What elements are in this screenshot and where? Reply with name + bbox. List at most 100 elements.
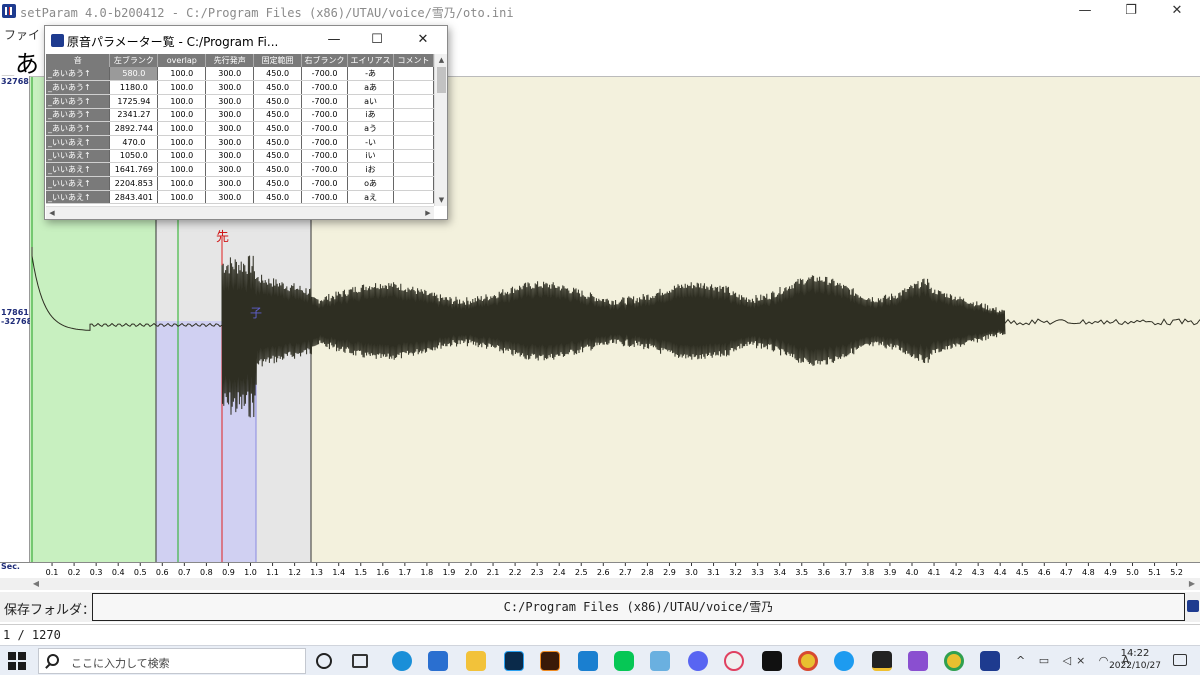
app-icon-blue[interactable] [650, 651, 670, 671]
chrome-icon[interactable] [798, 651, 818, 671]
table-cell[interactable]: 100.0 [157, 162, 207, 177]
table-cell[interactable] [393, 176, 434, 191]
table-cell[interactable]: aい [347, 94, 394, 109]
table-cell[interactable] [393, 149, 434, 164]
table-cell[interactable] [393, 121, 434, 136]
clock-date[interactable]: 2022/10/27 [1105, 661, 1165, 671]
explorer-icon[interactable] [466, 651, 486, 671]
dialog-hscroll[interactable]: ◀ ▶ [46, 206, 434, 219]
table-cell[interactable] [393, 135, 434, 150]
dialog-minimize-button[interactable]: — [314, 28, 354, 52]
scroll-thumb[interactable] [437, 67, 446, 93]
table-cell[interactable]: 300.0 [205, 94, 255, 109]
column-header[interactable]: 音 [46, 54, 111, 67]
table-cell[interactable]: 450.0 [253, 176, 303, 191]
table-cell[interactable] [393, 94, 434, 109]
table-cell[interactable]: 450.0 [253, 67, 303, 82]
table-row[interactable]: _いいあえ↑ 1050.0 100.0 300.0 450.0 -700.0 iい [46, 149, 434, 164]
table-cell[interactable]: 300.0 [205, 176, 255, 191]
table-row[interactable]: _あいあう↑ 1725.94 100.0 300.0 450.0 -700.0 aい [46, 94, 434, 109]
edge-icon[interactable] [392, 651, 412, 671]
table-cell[interactable]: iい [347, 149, 394, 164]
table-cell[interactable]: _いいあえ↑ [46, 190, 111, 205]
table-cell[interactable]: _あいあう↑ [46, 121, 111, 136]
table-cell[interactable] [393, 190, 434, 205]
table-cell[interactable]: 100.0 [157, 176, 207, 191]
photoshop-icon[interactable] [504, 651, 524, 671]
table-cell[interactable] [393, 80, 434, 95]
table-cell[interactable]: _いいあえ↑ [46, 176, 111, 191]
folder-browse-icon[interactable] [1187, 600, 1199, 612]
table-cell[interactable]: _あいあう↑ [46, 108, 111, 123]
chrome-icon-2[interactable] [944, 651, 964, 671]
table-cell[interactable]: -い [347, 135, 394, 150]
column-header[interactable]: 先行発声 [205, 54, 255, 67]
table-cell[interactable]: iお [347, 162, 394, 177]
table-cell[interactable]: 100.0 [157, 121, 207, 136]
table-cell[interactable]: 1050.0 [109, 149, 159, 164]
table-row[interactable]: _あいあう↑ 2892.744 100.0 300.0 450.0 -700.0 aう [46, 121, 434, 136]
table-cell[interactable]: -700.0 [301, 108, 349, 123]
table-cell[interactable]: 100.0 [157, 135, 207, 150]
table-cell[interactable]: 450.0 [253, 121, 303, 136]
taskbar-search[interactable]: ここに入力して検索 [38, 648, 306, 674]
table-cell[interactable]: 2892.744 [109, 121, 159, 136]
maximize-button[interactable]: ❐ [1108, 0, 1154, 24]
table-row[interactable]: _あいあう↑ 1180.0 100.0 300.0 450.0 -700.0 aあ [46, 80, 434, 95]
table-row[interactable]: _あいあう↑ 2341.27 100.0 300.0 450.0 -700.0 iあ [46, 108, 434, 123]
table-cell[interactable]: 2843.401 [109, 190, 159, 205]
table-cell[interactable]: -700.0 [301, 135, 349, 150]
table-cell[interactable]: 2204.853 [109, 176, 159, 191]
clock-time[interactable]: 14:22 [1105, 648, 1165, 659]
table-row[interactable]: _あいあう↑ 580.0 100.0 300.0 450.0 -700.0 -あ [46, 67, 434, 82]
table-row[interactable]: _いいあえ↑ 2843.401 100.0 300.0 450.0 -700.0 aえ [46, 190, 434, 205]
column-header[interactable]: 左ブランク [109, 54, 159, 67]
table-cell[interactable]: 300.0 [205, 149, 255, 164]
column-header[interactable]: 右ブランク [301, 54, 349, 67]
table-cell[interactable]: 450.0 [253, 80, 303, 95]
table-cell[interactable]: 1641.769 [109, 162, 159, 177]
table-row[interactable]: _いいあえ↑ 1641.769 100.0 300.0 450.0 -700.0 iお [46, 162, 434, 177]
table-cell[interactable]: 1725.94 [109, 94, 159, 109]
table-cell[interactable]: 1180.0 [109, 80, 159, 95]
column-header[interactable]: エイリアス [347, 54, 394, 67]
table-cell[interactable]: -700.0 [301, 94, 349, 109]
store-icon[interactable] [428, 651, 448, 671]
table-cell[interactable]: _あいあう↑ [46, 80, 111, 95]
table-cell[interactable]: 300.0 [205, 190, 255, 205]
column-header[interactable]: overlap [157, 54, 207, 67]
setparam-taskbar-icon[interactable] [980, 651, 1000, 671]
scroll-right-icon[interactable]: ▶ [422, 207, 434, 220]
table-cell[interactable]: -あ [347, 67, 394, 82]
table-cell[interactable]: 300.0 [205, 162, 255, 177]
save-folder-field[interactable]: C:/Program Files (x86)/UTAU/voice/雪乃 [92, 593, 1185, 621]
table-cell[interactable]: _いいあえ↑ [46, 135, 111, 150]
table-cell[interactable]: 300.0 [205, 67, 255, 82]
table-cell[interactable]: 100.0 [157, 190, 207, 205]
table-cell[interactable]: 450.0 [253, 190, 303, 205]
app-icon-dark[interactable] [872, 651, 892, 671]
table-cell[interactable]: 580.0 [109, 67, 159, 82]
discord-icon[interactable] [688, 651, 708, 671]
table-cell[interactable]: 100.0 [157, 108, 207, 123]
table-cell[interactable]: 300.0 [205, 80, 255, 95]
table-cell[interactable]: _あいあう↑ [46, 94, 111, 109]
app-icon-circle[interactable] [724, 651, 744, 671]
table-cell[interactable]: -700.0 [301, 67, 349, 82]
waveform-hscroll[interactable]: ◀ ▶ [0, 578, 1200, 590]
column-header[interactable]: 固定範囲 [253, 54, 303, 67]
line-icon[interactable] [614, 651, 634, 671]
dialog-maximize-button[interactable]: ☐ [357, 28, 397, 52]
table-cell[interactable]: -700.0 [301, 190, 349, 205]
table-cell[interactable]: 450.0 [253, 108, 303, 123]
table-cell[interactable]: 450.0 [253, 94, 303, 109]
table-cell[interactable]: -700.0 [301, 121, 349, 136]
table-cell[interactable]: 300.0 [205, 121, 255, 136]
scroll-up-icon[interactable]: ▲ [435, 54, 448, 66]
table-cell[interactable]: 470.0 [109, 135, 159, 150]
table-cell[interactable]: 100.0 [157, 67, 207, 82]
table-cell[interactable]: 300.0 [205, 135, 255, 150]
table-cell[interactable]: _いいあえ↑ [46, 162, 111, 177]
illustrator-icon[interactable] [540, 651, 560, 671]
table-cell[interactable]: aう [347, 121, 394, 136]
